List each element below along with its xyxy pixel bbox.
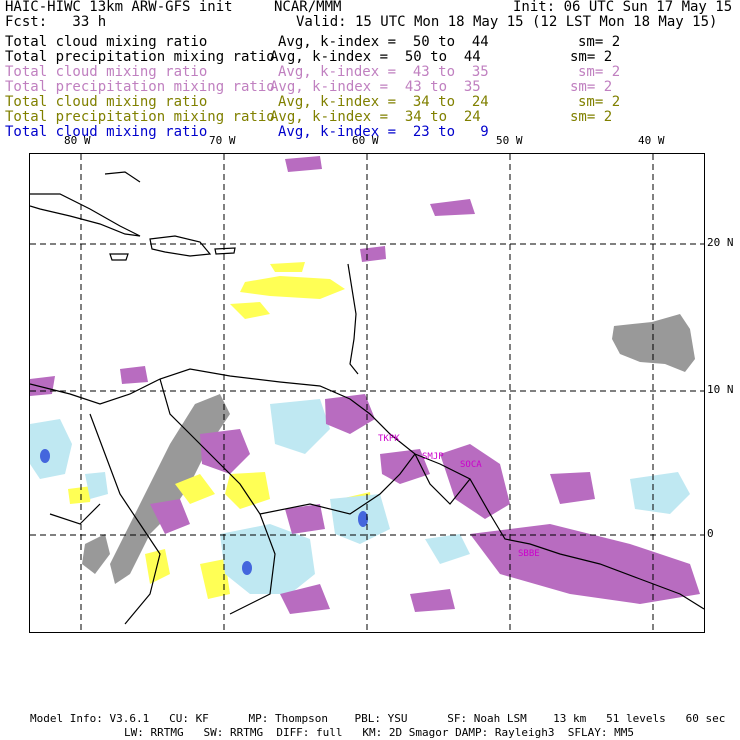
mid-cloud-patch xyxy=(120,366,148,384)
deep-cloud-patch xyxy=(30,419,72,479)
lat-label-10n: 10 N xyxy=(707,383,734,396)
bahamas-coast xyxy=(104,171,141,183)
jamaica-coast xyxy=(109,253,129,261)
legend-smoothing: sm= 2 xyxy=(578,64,621,80)
deep-cloud-patch xyxy=(630,472,690,514)
cuba-coast xyxy=(30,193,141,237)
high-cloud-patch xyxy=(82,534,110,574)
valid-time: Valid: 15 UTC Mon 18 May 15 (12 LST Mon … xyxy=(296,14,718,30)
convective-core xyxy=(40,449,50,463)
mid-cloud-patch xyxy=(285,156,322,172)
station-label: TKPK xyxy=(378,434,400,444)
model-info-line-1: Model Info: V3.6.1 CU: KF MP: Thompson P… xyxy=(30,712,726,725)
station-label: SOCA xyxy=(460,460,482,470)
convective-core xyxy=(242,561,252,575)
legend-range: Avg, k-index = 23 to 9 xyxy=(278,124,489,140)
model-title: HAIC-HIWC 13km ARW-GFS init xyxy=(5,0,233,15)
legend-range: Avg, k-index = 50 to 44 xyxy=(278,34,489,50)
mid-cloud-patch xyxy=(440,444,510,519)
station-label: SMJP xyxy=(422,452,444,462)
legend-range: Avg, k-index = 34 to 24 xyxy=(270,109,481,125)
lon-label-60w: 60 W xyxy=(352,134,379,147)
low-cloud-patch xyxy=(240,276,345,299)
low-cloud-patch xyxy=(145,549,170,584)
legend-range: Avg, k-index = 34 to 24 xyxy=(278,94,489,110)
mid-cloud-patch xyxy=(285,504,325,534)
legend-field: Total precipitation mixing ratio xyxy=(5,79,275,95)
border-line xyxy=(49,503,101,525)
high-cloud-patch xyxy=(612,314,695,372)
legend-range: Avg, k-index = 50 to 44 xyxy=(270,49,481,65)
forecast-hour: Fcst: 33 h xyxy=(5,14,107,30)
legend-field: Total cloud mixing ratio xyxy=(5,64,208,80)
legend-field: Total cloud mixing ratio xyxy=(5,124,208,140)
hispaniola-coast xyxy=(149,235,212,257)
lon-label-80w: 80 W xyxy=(64,134,91,147)
org-label: NCAR/MMM xyxy=(274,0,342,15)
low-cloud-patch xyxy=(230,302,270,319)
low-cloud-patch xyxy=(225,472,270,509)
mid-cloud-patch xyxy=(430,199,475,216)
lon-label-50w: 50 W xyxy=(496,134,523,147)
legend-smoothing: sm= 2 xyxy=(570,49,613,65)
deep-cloud-patch xyxy=(425,534,470,564)
legend-field: Total precipitation mixing ratio xyxy=(5,109,275,125)
model-info-line-2: LW: RRTMG SW: RRTMG DIFF: full KM: 2D Sm… xyxy=(124,726,634,739)
lon-label-40w: 40 W xyxy=(638,134,665,147)
lon-label-70w: 70 W xyxy=(209,134,236,147)
mid-cloud-patch xyxy=(470,524,700,604)
mid-cloud-patch xyxy=(550,472,595,504)
cloud-fields xyxy=(30,156,700,614)
map-panel: TKPK SMJP SOCA SBBE xyxy=(29,153,705,633)
deep-cloud-patch xyxy=(270,399,330,454)
station-label: SBBE xyxy=(518,549,540,559)
legend-field: Total cloud mixing ratio xyxy=(5,94,208,110)
legend-range: Avg, k-index = 43 to 35 xyxy=(270,79,481,95)
low-cloud-patch xyxy=(270,262,305,272)
mid-cloud-patch xyxy=(360,246,386,262)
legend-smoothing: sm= 2 xyxy=(578,34,621,50)
init-time: Init: 06 UTC Sun 17 May 15 xyxy=(513,0,733,15)
legend-field: Total precipitation mixing ratio xyxy=(5,49,275,65)
legend-smoothing: sm= 2 xyxy=(578,94,621,110)
puerto-rico-coast xyxy=(214,247,236,255)
lat-label-20n: 20 N xyxy=(707,236,734,249)
high-cloud-patch xyxy=(110,394,230,584)
map-canvas xyxy=(30,154,704,632)
lat-label-0: 0 xyxy=(707,527,714,540)
mid-cloud-patch xyxy=(410,589,455,612)
mid-cloud-patch xyxy=(30,376,55,396)
legend-field: Total cloud mixing ratio xyxy=(5,34,208,50)
legend-smoothing: sm= 2 xyxy=(570,109,613,125)
legend-range: Avg, k-index = 43 to 35 xyxy=(278,64,489,80)
lesser-antilles xyxy=(347,263,359,375)
legend-smoothing: sm= 2 xyxy=(570,79,613,95)
